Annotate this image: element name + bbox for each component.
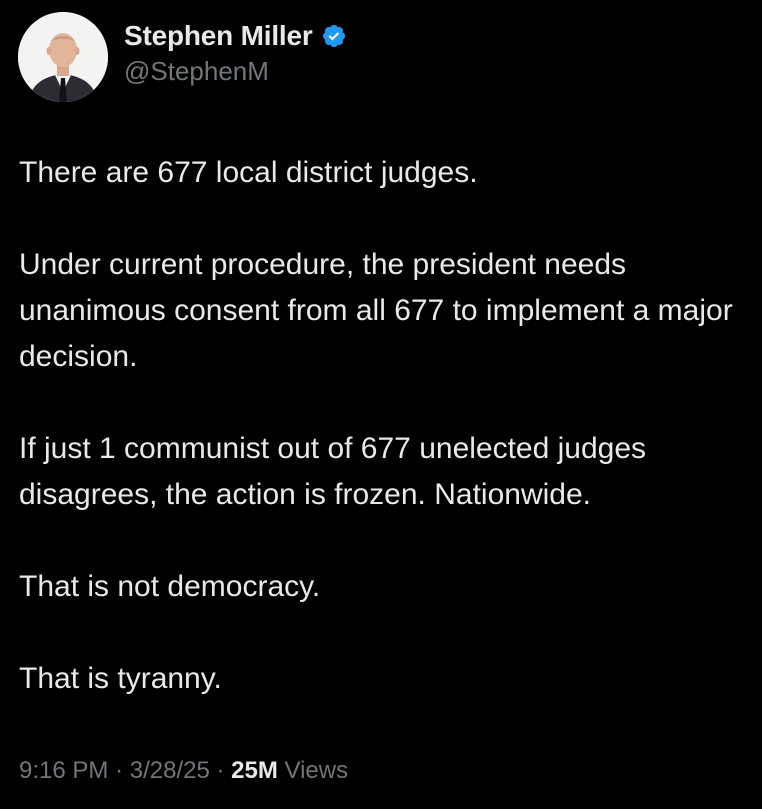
views-label: Views: [284, 757, 349, 784]
avatar-image: [18, 12, 108, 102]
tweet-paragraph: There are 677 local district judges.: [19, 156, 478, 189]
verified-badge-icon: [321, 23, 347, 49]
author-display-name[interactable]: Stephen Miller: [124, 20, 313, 52]
tweet-paragraph: That is not democracy.: [19, 570, 321, 603]
tweet-paragraph: If just 1 communist out of 677 unelected…: [19, 432, 647, 511]
views-count: 25M: [231, 757, 278, 784]
tweet-text: There are 677 local district judges. Und…: [19, 150, 747, 702]
meta-separator: ·: [216, 757, 225, 784]
avatar[interactable]: [18, 12, 108, 102]
author-handle[interactable]: @StephenM: [124, 56, 269, 87]
tweet-date[interactable]: 3/28/25: [130, 757, 210, 784]
meta-separator: ·: [115, 757, 124, 784]
tweet-meta: 9:16 PM · 3/28/25 · 25M Views: [19, 757, 348, 785]
tweet-time[interactable]: 9:16 PM: [19, 757, 108, 784]
tweet-card: Stephen Miller @StephenM There are 677 l…: [0, 0, 762, 809]
tweet-paragraph: That is tyranny.: [19, 662, 222, 695]
tweet-paragraph: Under current procedure, the president n…: [19, 248, 733, 373]
author-name-row: Stephen Miller: [124, 20, 347, 52]
